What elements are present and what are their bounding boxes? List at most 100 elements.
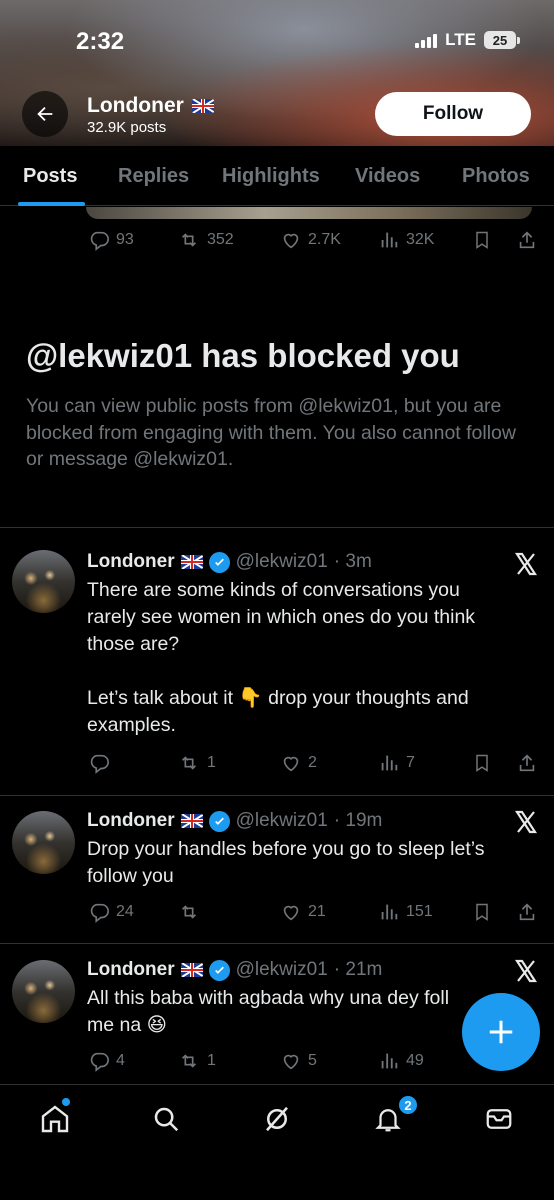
views-count: 151 — [406, 903, 433, 920]
signal-icon — [415, 32, 438, 48]
avatar[interactable] — [12, 550, 75, 613]
avatar[interactable] — [12, 960, 75, 1023]
share-icon — [519, 231, 535, 249]
x-logo-icon — [514, 552, 538, 576]
avatar[interactable] — [12, 811, 75, 874]
tweet-author-name[interactable]: Londoner — [87, 810, 175, 832]
tweet-author-name[interactable]: Londoner — [87, 551, 175, 573]
follow-button[interactable]: Follow — [375, 92, 531, 136]
like-button[interactable]: 5 — [280, 1050, 317, 1072]
repost-button[interactable]: 352 — [177, 229, 234, 251]
reply-button[interactable]: 93 — [88, 229, 134, 251]
views-button[interactable]: 49 — [378, 1050, 424, 1072]
tweet-text[interactable]: Drop your handles before you go to sleep… — [87, 836, 527, 890]
like-count: 21 — [308, 903, 326, 920]
share-button[interactable] — [516, 901, 538, 923]
views-button[interactable]: 7 — [378, 752, 415, 774]
tweet-text[interactable]: All this baba with agbada why una dey fo… — [87, 985, 527, 1039]
tweet-author-name[interactable]: Londoner — [87, 959, 175, 981]
tweet-text[interactable]: There are some kinds of conversations yo… — [87, 577, 527, 739]
tweet-divider — [0, 943, 554, 944]
profile-name: Londoner — [87, 94, 214, 118]
back-button[interactable] — [22, 91, 68, 137]
search-icon — [154, 1107, 179, 1132]
previous-post-media[interactable] — [86, 207, 532, 219]
tweet-header: Londoner @lekwiz01 · 3m — [87, 551, 372, 573]
tweet-time: · 3m — [333, 551, 372, 572]
plus-icon — [489, 1020, 513, 1044]
repost-icon — [181, 756, 197, 770]
nav-search[interactable] — [149, 1102, 183, 1136]
views-icon — [381, 904, 398, 920]
reply-icon — [90, 754, 109, 774]
reply-count: 24 — [116, 903, 134, 920]
like-button[interactable]: 2.7K — [280, 229, 341, 251]
tweet-time: · 19m — [333, 810, 383, 831]
tab-highlights[interactable]: Highlights — [222, 146, 320, 206]
bookmark-button[interactable] — [472, 901, 492, 923]
tweet-header: Londoner @lekwiz01 · 21m — [87, 959, 382, 981]
nav-grok[interactable] — [260, 1102, 294, 1136]
previous-post-actions: 93 352 2.7K 32K — [0, 229, 554, 251]
reply-button[interactable] — [88, 752, 116, 774]
network-type: LTE — [445, 30, 476, 49]
tab-videos[interactable]: Videos — [355, 146, 420, 206]
repost-icon — [181, 905, 197, 919]
arrow-left-icon — [37, 106, 53, 122]
profile-banner: 2:32 LTE 25 Londoner 32.9K posts Follow — [0, 0, 554, 146]
compose-button[interactable] — [462, 993, 540, 1071]
repost-button[interactable] — [177, 901, 207, 923]
uk-flag-icon — [180, 963, 203, 977]
tab-replies[interactable]: Replies — [118, 146, 189, 206]
tweet-handle[interactable]: @lekwiz01 — [236, 959, 328, 981]
profile-tabs: Posts Replies Highlights Videos Photos — [0, 146, 554, 206]
views-button[interactable]: 151 — [378, 901, 433, 923]
blocked-message: You can view public posts from @lekwiz01… — [26, 395, 516, 470]
reply-count: 93 — [116, 231, 134, 248]
like-button[interactable]: 2 — [280, 752, 317, 774]
blocked-title: @lekwiz01 has blocked you — [26, 337, 460, 374]
grok-icon — [266, 1106, 288, 1132]
tweet-time: · 21m — [333, 959, 383, 980]
mail-icon — [486, 1109, 512, 1129]
share-button[interactable] — [516, 229, 538, 251]
heart-icon — [283, 756, 299, 772]
share-button[interactable] — [516, 752, 538, 774]
reply-button[interactable]: 24 — [88, 901, 134, 923]
repost-count: 1 — [207, 1052, 216, 1069]
tweet-text-line: those are? — [87, 633, 180, 655]
views-count: 32K — [406, 231, 435, 248]
tweet-text-line: All this baba with agbada why una dey fo… — [87, 987, 450, 1009]
tweet-divider — [0, 795, 554, 796]
heart-icon — [283, 905, 299, 921]
profile-post-count: 32.9K posts — [87, 119, 167, 136]
reply-icon — [90, 1052, 109, 1072]
bookmark-button[interactable] — [472, 229, 492, 251]
repost-button[interactable]: 1 — [177, 1050, 216, 1072]
heart-icon — [283, 233, 299, 249]
repost-button[interactable]: 1 — [177, 752, 216, 774]
reply-button[interactable]: 4 — [88, 1050, 125, 1072]
tab-photos[interactable]: Photos — [462, 146, 530, 206]
bottom-navigation — [0, 1084, 554, 1200]
tweet-text-line: me na 😆 — [87, 1014, 167, 1036]
tweet-handle[interactable]: @lekwiz01 — [236, 810, 328, 832]
repost-icon — [181, 233, 197, 247]
like-count: 5 — [308, 1052, 317, 1069]
like-button[interactable]: 21 — [280, 901, 326, 923]
nav-messages[interactable] — [482, 1102, 516, 1136]
home-icon — [41, 1105, 69, 1133]
views-button[interactable]: 32K — [378, 229, 434, 251]
battery-level: 25 — [484, 31, 516, 49]
bookmark-icon — [476, 231, 488, 249]
nav-home[interactable] — [38, 1102, 72, 1136]
bookmark-button[interactable] — [472, 752, 492, 774]
tweet-handle[interactable]: @lekwiz01 — [236, 551, 328, 573]
tab-posts[interactable]: Posts — [23, 146, 77, 206]
views-icon — [381, 755, 398, 771]
profile-name-text: Londoner — [87, 94, 184, 117]
reply-icon — [90, 903, 109, 923]
section-divider — [0, 527, 554, 528]
like-count: 2.7K — [308, 231, 341, 248]
tweet-text-line: Drop your handles before you go to sleep… — [87, 838, 485, 860]
